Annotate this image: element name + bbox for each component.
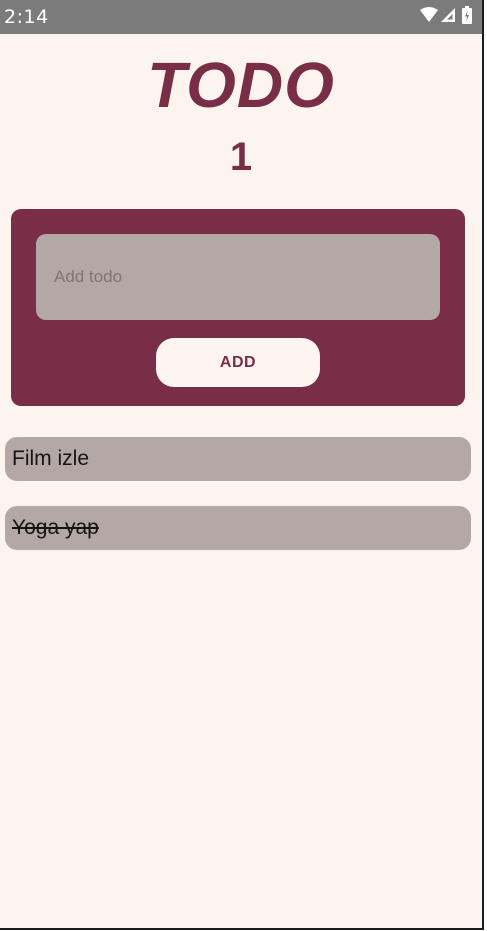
todo-counter: 1	[229, 135, 253, 179]
add-todo-input[interactable]	[36, 234, 440, 320]
todo-list: Film izle Yoga yap	[5, 437, 471, 575]
signal-icon	[440, 7, 456, 28]
page-title: TODO	[147, 49, 335, 121]
status-time: 2:14	[4, 6, 49, 28]
todo-item-yoga-yap[interactable]: Yoga yap	[5, 506, 471, 550]
todo-item-label: Film izle	[12, 447, 89, 470]
add-todo-card: ADD	[11, 209, 465, 406]
battery-icon	[462, 5, 472, 29]
add-button[interactable]: ADD	[156, 338, 320, 387]
status-bar: 2:14	[0, 0, 482, 34]
status-icons	[420, 5, 472, 29]
todo-item-film-izle[interactable]: Film izle	[5, 437, 471, 481]
todo-item-label: Yoga yap	[12, 516, 99, 539]
wifi-icon	[420, 6, 438, 28]
app-screen: 2:14 TODO 1 ADD Film izle Yoga yap	[0, 0, 484, 930]
